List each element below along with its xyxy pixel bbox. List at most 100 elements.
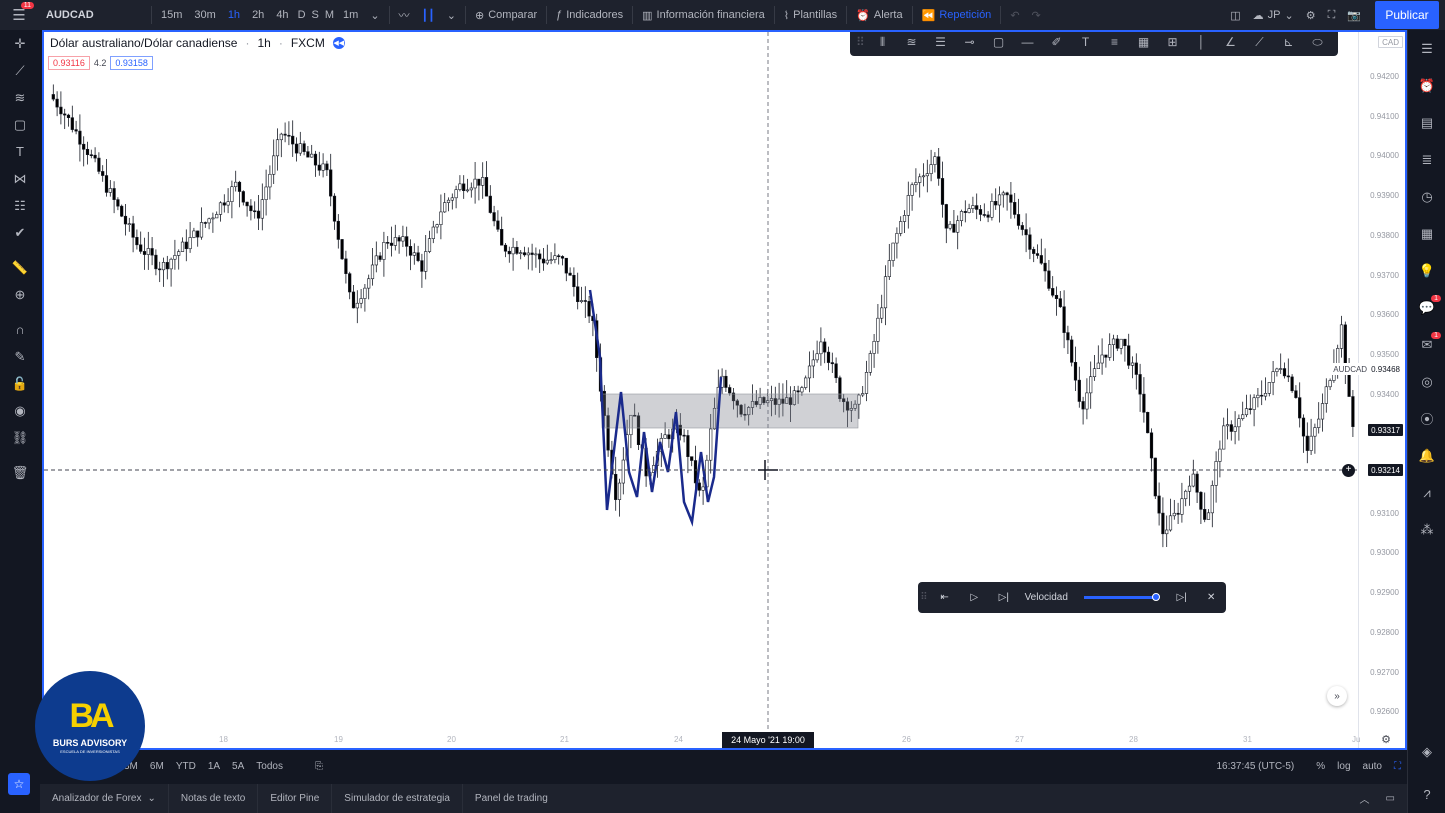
- data-window-button[interactable]: ▤: [1408, 104, 1445, 141]
- icons-tool[interactable]: ✔: [0, 219, 40, 246]
- order-panel-button[interactable]: ⁂: [1408, 511, 1445, 548]
- vertical-line-icon[interactable]: │: [1191, 35, 1212, 49]
- redo-button[interactable]: ↷: [1026, 9, 1047, 22]
- chart-settings-icon[interactable]: ⚙: [1381, 733, 1391, 746]
- chart-pane[interactable]: Dólar australiano/Dólar canadiense · 1h …: [42, 30, 1407, 750]
- angle-icon[interactable]: ⊾: [1278, 35, 1299, 49]
- tab-text-notes[interactable]: Notas de texto: [169, 784, 259, 813]
- financial-info-button[interactable]: ▥ Información financiera: [636, 9, 771, 22]
- fib-timezone-icon[interactable]: ⊞: [1162, 35, 1183, 49]
- publish-button[interactable]: Publicar: [1375, 1, 1439, 29]
- help-button[interactable]: ?: [1408, 776, 1445, 813]
- price-chart[interactable]: [44, 32, 1358, 748]
- range-ytd[interactable]: YTD: [170, 761, 202, 772]
- replay-button[interactable]: ⏪ Repetición: [916, 9, 998, 22]
- fib-tool[interactable]: ≋: [0, 84, 40, 111]
- hotlists-button[interactable]: ≣: [1408, 141, 1445, 178]
- undo-button[interactable]: ↶: [1004, 9, 1025, 22]
- alert-button[interactable]: ⏰ Alerta: [850, 9, 908, 22]
- trend-button[interactable]: ⩘: [1408, 474, 1445, 511]
- regression-icon[interactable]: ≊: [901, 35, 922, 49]
- trend-line-tool[interactable]: ⟋: [0, 57, 40, 84]
- layers-button[interactable]: ◈: [1408, 733, 1445, 770]
- interval-m[interactable]: M: [322, 9, 337, 21]
- layout-button[interactable]: ◫: [1224, 9, 1246, 22]
- sell-button[interactable]: 0.93116: [48, 56, 90, 70]
- horizontal-line-icon[interactable]: —: [1017, 35, 1038, 49]
- settings-button[interactable]: ⚙: [1300, 9, 1322, 22]
- tab-trading-panel[interactable]: Panel de trading: [463, 784, 560, 813]
- patterns-tool[interactable]: ⋈: [0, 165, 40, 192]
- link-tool[interactable]: ⛓: [0, 424, 40, 451]
- grid-icon[interactable]: ▦: [1133, 35, 1154, 49]
- tab-strategy-tester[interactable]: Simulador de estrategia: [332, 784, 463, 813]
- indicators-button[interactable]: ƒ Indicadores: [550, 9, 629, 21]
- fib-retracement-icon[interactable]: ≡: [1104, 35, 1125, 49]
- prediction-tool[interactable]: ☷: [0, 192, 40, 219]
- trend-angle-icon[interactable]: ∠: [1220, 35, 1241, 49]
- favorites-star-button[interactable]: ☆: [8, 773, 30, 795]
- line-chart-button[interactable]: 〰: [393, 7, 416, 23]
- rectangle-icon[interactable]: ▢: [988, 35, 1009, 49]
- range-all[interactable]: Todos: [250, 761, 289, 772]
- magnet-tool[interactable]: ∩: [0, 316, 40, 343]
- scroll-to-realtime-button[interactable]: »: [1327, 686, 1347, 706]
- zone-rectangle[interactable]: [601, 393, 859, 429]
- streams-button[interactable]: ◎: [1408, 363, 1445, 400]
- tab-forex-screener[interactable]: Analizador de Forex ⌄: [40, 784, 169, 813]
- ellipse-icon[interactable]: ⬭: [1307, 35, 1328, 50]
- collapse-panel-icon[interactable]: ︿: [1360, 791, 1370, 806]
- zoom-tool[interactable]: ⊕: [0, 281, 40, 308]
- tab-pine-editor[interactable]: Editor Pine: [258, 784, 333, 813]
- goto-date-button[interactable]: ⎘: [309, 761, 329, 772]
- forward-button[interactable]: ▷|: [989, 592, 1019, 603]
- interval-s[interactable]: S: [309, 9, 322, 21]
- percent-toggle[interactable]: %: [1310, 761, 1331, 772]
- crosshair-tool[interactable]: ✛: [0, 30, 40, 57]
- jump-to-realtime-button[interactable]: ▷|: [1167, 592, 1197, 603]
- range-1a[interactable]: 1A: [202, 761, 226, 772]
- text-tool[interactable]: T: [0, 138, 40, 165]
- fit-button[interactable]: ⛶: [1388, 761, 1407, 772]
- maximize-panel-icon[interactable]: ▭: [1386, 793, 1395, 804]
- text-icon[interactable]: T: [1075, 35, 1096, 49]
- horizontal-ray-icon[interactable]: ⊸: [959, 35, 980, 49]
- select-bar-button[interactable]: ⇤: [930, 592, 960, 603]
- clock-display[interactable]: 16:37:45 (UTC-5): [1210, 761, 1300, 772]
- price-axis[interactable]: CAD 0.94200 0.94100 0.94000 0.93900 0.93800 0…: [1330, 32, 1405, 748]
- hide-tool[interactable]: ◉: [0, 397, 40, 424]
- parallel-channel-icon[interactable]: ⫴: [872, 35, 893, 50]
- menu-button[interactable]: ☰ 11: [0, 0, 38, 30]
- slider-knob[interactable]: [1151, 593, 1160, 601]
- auto-toggle[interactable]: auto: [1357, 761, 1388, 772]
- snapshot-button[interactable]: 📷: [1341, 9, 1367, 22]
- speed-slider[interactable]: [1083, 593, 1160, 601]
- interval-30m[interactable]: 30m: [188, 9, 221, 21]
- symbol-search[interactable]: AUDCAD: [38, 9, 148, 21]
- news-button[interactable]: ▦: [1408, 215, 1445, 252]
- log-toggle[interactable]: log: [1331, 761, 1356, 772]
- drag-handle-icon[interactable]: ⠿: [918, 592, 930, 603]
- save-layout-button[interactable]: ☁ JP ⌄: [1247, 9, 1300, 22]
- interval-15m[interactable]: 15m: [155, 9, 188, 21]
- interval-d[interactable]: D: [295, 9, 309, 21]
- notifications-button[interactable]: 🔔: [1408, 437, 1445, 474]
- drag-handle-icon[interactable]: ⠿: [856, 35, 865, 49]
- chat-button[interactable]: 💬 1: [1408, 289, 1445, 326]
- ruler-tool[interactable]: 📏: [0, 254, 40, 281]
- interval-dropdown[interactable]: ⌄: [364, 9, 385, 22]
- stay-drawing-tool[interactable]: ✎: [0, 343, 40, 370]
- broadcast-button[interactable]: ⦿: [1408, 400, 1445, 437]
- buy-button[interactable]: 0.93158: [110, 56, 153, 70]
- chart-type-button[interactable]: ┃┃: [416, 9, 441, 22]
- play-button[interactable]: ▷: [959, 592, 989, 603]
- interval-4h[interactable]: 4h: [270, 9, 294, 21]
- trend-line-icon[interactable]: ⟋: [1249, 35, 1270, 50]
- horizontal-lines-icon[interactable]: ☰: [930, 35, 951, 49]
- alerts-button[interactable]: ⏰: [1408, 67, 1445, 104]
- chart-type-dropdown[interactable]: ⌄: [441, 9, 462, 22]
- range-5a[interactable]: 5A: [226, 761, 250, 772]
- interval-1m[interactable]: 1m: [337, 9, 364, 21]
- shapes-tool[interactable]: ▢: [0, 111, 40, 138]
- calendar-button[interactable]: ◷: [1408, 178, 1445, 215]
